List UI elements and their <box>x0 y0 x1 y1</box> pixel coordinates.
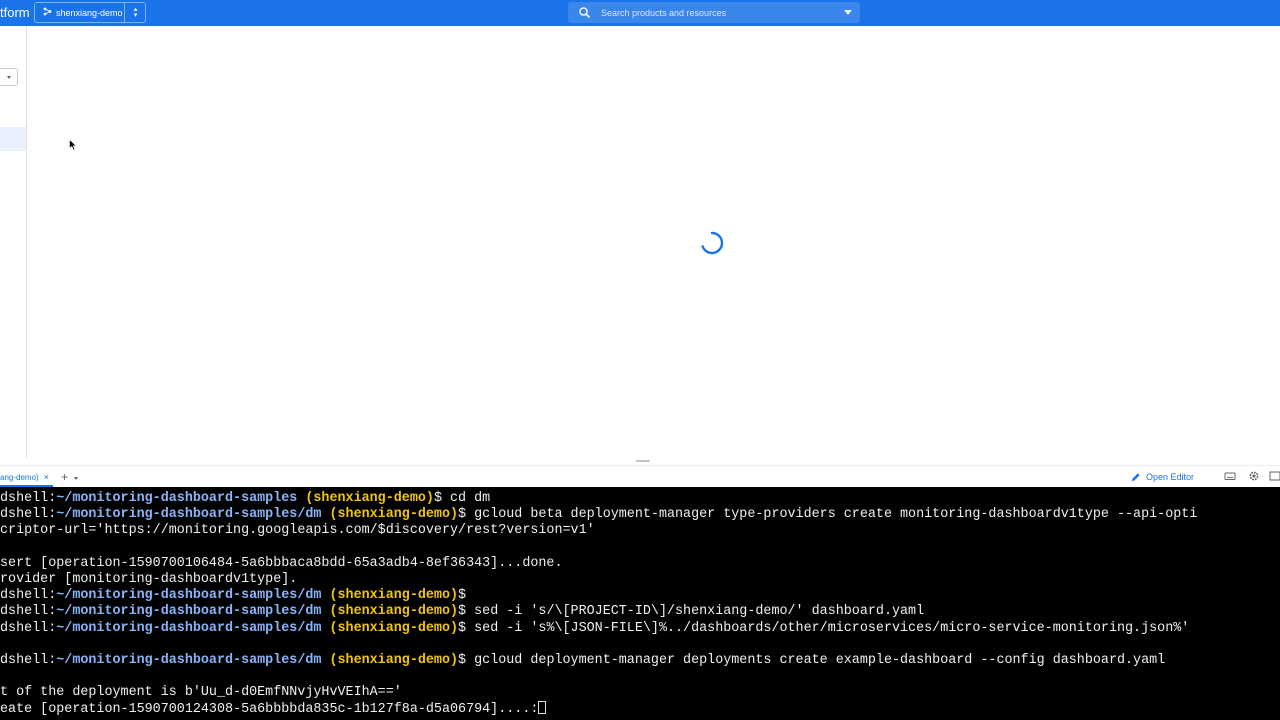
shell-resize-handle[interactable] <box>636 460 650 462</box>
prompt-path: ~/monitoring-dashboard-samples/dm <box>56 507 322 523</box>
terminal-output: criptor-url='https://monitoring.googleap… <box>0 523 595 539</box>
command-text: $ cd dm <box>433 491 491 506</box>
open-editor-button[interactable]: Open Editor <box>1131 470 1194 484</box>
terminal-line: sert [operation-1590700106484-5a6bbbaca8… <box>0 556 1280 572</box>
product-title[interactable]: tform <box>0 5 30 20</box>
gear-icon[interactable] <box>1247 469 1261 483</box>
prompt-project: (shenxiang-demo) <box>297 491 434 506</box>
terminal-cursor <box>538 701 547 715</box>
command-text: $ <box>458 588 467 604</box>
selected-nav-item[interactable] <box>0 127 26 151</box>
prompt-project: (shenxiang-demo) <box>321 620 459 636</box>
terminal-output: rovider [monitoring-dashboardv1type]. <box>0 571 298 587</box>
terminal-output: t of the deployment is b'Uu_d-d0EmfNNvjy… <box>0 685 402 701</box>
keyboard-icon[interactable] <box>1223 469 1237 483</box>
terminal-line: dshell:~/monitoring-dashboard-samples/dm… <box>0 507 1280 523</box>
divider <box>124 3 125 22</box>
top-app-bar: tform shenxiang-demo ▴ ▾ Search products … <box>0 0 1280 26</box>
main-content <box>27 26 1280 458</box>
prompt-path: ~/monitoring-dashboard-samples/dm <box>56 620 322 636</box>
add-tab-icon[interactable]: + <box>61 470 68 484</box>
project-picker[interactable]: shenxiang-demo ▴ ▾ <box>34 2 146 23</box>
loading-spinner-icon <box>701 231 724 255</box>
terminal-line: dshell:~/monitoring-dashboard-samples/dm… <box>0 653 1280 669</box>
project-name: shenxiang-demo <box>56 7 123 18</box>
pencil-icon <box>1132 473 1140 481</box>
shell-tab[interactable]: ang-demo) × <box>0 469 53 487</box>
terminal-line: dshell:~/monitoring-dashboard-samples/dm… <box>0 588 1280 604</box>
terminal-line: rovider [monitoring-dashboardv1type]. <box>0 572 1280 588</box>
prompt-project: (shenxiang-demo) <box>321 507 459 523</box>
chevron-down-icon[interactable] <box>74 477 78 480</box>
terminal[interactable]: dshell:~/monitoring-dashboard-samples (s… <box>0 487 1280 720</box>
swap-icon[interactable]: ▴ ▾ <box>127 4 144 21</box>
prompt-path: ~/monitoring-dashboard-samples/dm <box>56 588 322 604</box>
terminal-line: t of the deployment is b'Uu_d-d0EmfNNvjy… <box>0 685 1280 701</box>
terminal-output: sert [operation-1590700106484-5a6bbbaca8… <box>0 555 563 571</box>
prompt-user: dshell: <box>0 604 57 620</box>
prompt-project: (shenxiang-demo) <box>321 588 459 604</box>
search-placeholder: Search products and resources <box>601 7 727 18</box>
command-text: $ sed -i 's%\[JSON-FILE\]%../dashboards/… <box>458 620 1190 636</box>
open-editor-label: Open Editor <box>1146 472 1195 482</box>
left-dropdown[interactable] <box>0 68 18 86</box>
command-text: $ sed -i 's/\[PROJECT-ID\]/shenxiang-dem… <box>458 604 925 620</box>
command-text: $ gcloud beta deployment-manager type-pr… <box>458 507 1198 523</box>
chevron-down-icon[interactable] <box>844 10 852 15</box>
close-icon[interactable]: × <box>44 472 49 482</box>
prompt-user: dshell: <box>0 588 57 604</box>
search-icon <box>579 6 591 18</box>
project-tree-icon <box>40 7 54 18</box>
cloud-shell-header: ang-demo) × + Open Editor <box>0 465 1280 487</box>
command-text: $ gcloud deployment-manager deployments … <box>458 652 1166 668</box>
terminal-line: eate [operation-1590700124308-5a6bbbbda8… <box>0 701 1280 717</box>
terminal-line: dshell:~/monitoring-dashboard-samples/dm… <box>0 621 1280 637</box>
shell-tab-label: ang-demo) <box>0 472 39 482</box>
left-panel <box>0 26 27 458</box>
prompt-path: ~/monitoring-dashboard-samples <box>56 491 298 506</box>
mouse-cursor-icon <box>69 139 77 151</box>
terminal-line: dshell:~/monitoring-dashboard-samples (s… <box>0 491 1280 507</box>
terminal-line: dshell:~/monitoring-dashboard-samples/dm… <box>0 604 1280 620</box>
search-bar[interactable]: Search products and resources <box>568 2 860 23</box>
prompt-user: dshell: <box>0 652 57 668</box>
prompt-user: dshell: <box>0 491 57 506</box>
terminal-line: criptor-url='https://monitoring.googleap… <box>0 523 1280 539</box>
prompt-project: (shenxiang-demo) <box>321 604 459 620</box>
prompt-user: dshell: <box>0 507 57 523</box>
prompt-project: (shenxiang-demo) <box>321 652 459 668</box>
window-icon[interactable] <box>1268 469 1280 483</box>
chevron-down-icon <box>7 76 11 79</box>
prompt-path: ~/monitoring-dashboard-samples/dm <box>56 652 322 668</box>
terminal-output: eate [operation-1590700124308-5a6bbbbda8… <box>0 702 539 718</box>
prompt-user: dshell: <box>0 620 57 636</box>
prompt-path: ~/monitoring-dashboard-samples/dm <box>56 604 322 620</box>
